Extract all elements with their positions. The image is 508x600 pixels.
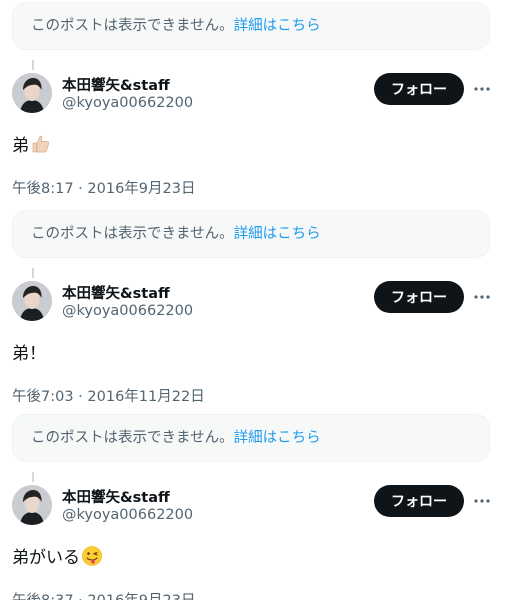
- profile-photo: [12, 73, 52, 113]
- profile-photo: [12, 485, 52, 525]
- unavailable-post-notice: このポストは表示できません。詳細はこちら: [12, 210, 490, 258]
- post-timestamp[interactable]: 午後7:03 · 2016年11月22日: [12, 385, 205, 406]
- learn-more-link[interactable]: 詳細はこちら: [234, 226, 321, 242]
- avatar[interactable]: [12, 73, 52, 113]
- author-name[interactable]: 本田響矢&staff: [62, 74, 170, 95]
- thread-line: [32, 472, 34, 482]
- more-options-icon[interactable]: [472, 79, 492, 99]
- thumbs-up-icon: [32, 135, 50, 152]
- notice-text: このポストは表示できません。: [31, 430, 234, 446]
- post-text-container: 弟！: [12, 339, 46, 364]
- post-text-container: 弟がいる: [12, 543, 103, 568]
- post-text: 弟がいる: [12, 548, 80, 568]
- more-options-icon[interactable]: [472, 287, 492, 307]
- post-timestamp[interactable]: 午後8:17 · 2016年9月23日: [12, 177, 195, 198]
- unavailable-post-notice: このポストは表示できません。詳細はこちら: [12, 414, 490, 462]
- avatar[interactable]: [12, 485, 52, 525]
- learn-more-link[interactable]: 詳細はこちら: [234, 430, 321, 446]
- follow-button[interactable]: フォロー: [374, 73, 464, 105]
- post[interactable]: 本田響矢&staff @kyoya00662200 フォロー 弟 午後8:17 …: [0, 73, 508, 213]
- post[interactable]: 本田響矢&staff @kyoya00662200 フォロー 弟！ 午後7:03…: [0, 281, 508, 421]
- author-handle[interactable]: @kyoya00662200: [62, 95, 193, 111]
- avatar[interactable]: [12, 281, 52, 321]
- post[interactable]: 本田響矢&staff @kyoya00662200 フォロー 弟がいる 午後8:…: [0, 485, 508, 600]
- author-handle[interactable]: @kyoya00662200: [62, 303, 193, 319]
- thread-line: [32, 268, 34, 278]
- unavailable-post-notice: このポストは表示できません。詳細はこちら: [12, 2, 490, 50]
- profile-photo: [12, 281, 52, 321]
- post-text: 弟！: [12, 344, 46, 364]
- post-timestamp[interactable]: 午後8:37 · 2016年9月23日: [12, 589, 195, 600]
- thread-line: [32, 60, 34, 70]
- notice-text: このポストは表示できません。: [31, 226, 234, 242]
- follow-button[interactable]: フォロー: [374, 485, 464, 517]
- more-options-icon[interactable]: [472, 491, 492, 511]
- post-text: 弟: [12, 136, 29, 156]
- winking-tongue-face-icon: [82, 545, 102, 566]
- learn-more-link[interactable]: 詳細はこちら: [234, 18, 321, 34]
- notice-text: このポストは表示できません。: [31, 18, 234, 34]
- post-text-container: 弟: [12, 131, 52, 156]
- author-name[interactable]: 本田響矢&staff: [62, 282, 170, 303]
- author-name[interactable]: 本田響矢&staff: [62, 486, 170, 507]
- author-handle[interactable]: @kyoya00662200: [62, 507, 193, 523]
- follow-button[interactable]: フォロー: [374, 281, 464, 313]
